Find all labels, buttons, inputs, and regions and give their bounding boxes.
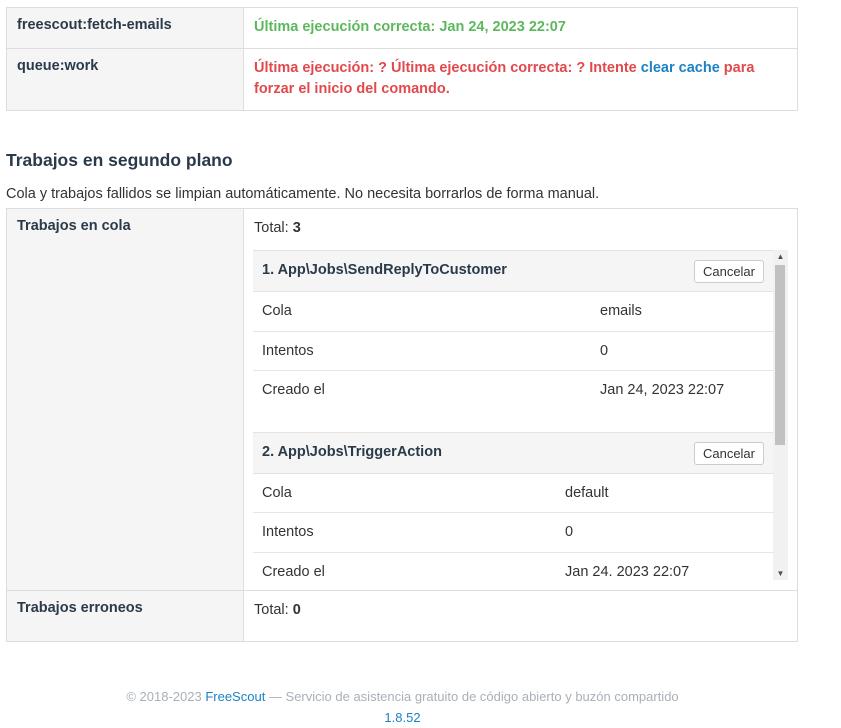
- status-table: freescout:fetch-emails Última ejecución …: [6, 7, 798, 111]
- job-detail-value: Jan 24, 2023 22:07: [600, 382, 725, 398]
- failed-jobs-row: Trabajos erroneos Total: 0: [7, 591, 797, 642]
- scrollbar[interactable]: ▲ ▼: [773, 250, 788, 580]
- job-detail-row: Intentos 0: [253, 513, 773, 553]
- job-detail-key: Creado el: [262, 563, 325, 580]
- scroll-down-icon[interactable]: ▼: [773, 567, 788, 580]
- scrollbar-thumb[interactable]: [775, 265, 785, 445]
- failed-jobs-cell: Total: 0: [244, 591, 797, 641]
- job-detail-value: 0: [565, 524, 574, 540]
- job-detail-key: Cola: [262, 484, 292, 501]
- job-detail-value: 0: [600, 342, 609, 359]
- job-detail-row: Creado el Jan 24, 2023 22:07: [253, 371, 773, 411]
- job-header: 2. App\Jobs\TriggerAction Cancelar: [253, 431, 773, 474]
- job-header: 1. App\Jobs\SendReplyToCustomer Cancelar: [253, 250, 773, 292]
- status-error-part1: Última ejecución: ? Última ejecución cor…: [254, 60, 641, 76]
- job-detail-value: default: [565, 484, 609, 501]
- queued-jobs-list[interactable]: 1. App\Jobs\SendReplyToCustomer Cancelar…: [253, 250, 788, 580]
- job-card: 1. App\Jobs\SendReplyToCustomer Cancelar…: [253, 250, 773, 432]
- clear-cache-link[interactable]: clear cache: [641, 60, 720, 76]
- total-label: Total:: [254, 602, 293, 618]
- footer-copyright: © 2018-2023: [126, 689, 206, 704]
- footer: © 2018-2023 FreeScout — Servicio de asis…: [0, 686, 805, 728]
- queued-total: 3: [292, 220, 301, 236]
- status-row-queue-work: queue:work Última ejecución: ? Última ej…: [7, 49, 797, 111]
- queued-jobs-label: Trabajos en cola: [7, 209, 244, 590]
- version-link[interactable]: 1.8.52: [384, 710, 420, 725]
- job-detail-key: Creado el: [262, 382, 325, 398]
- job-detail-value: emails: [600, 303, 642, 319]
- job-detail-value: Jan 24. 2023 22:07: [565, 563, 690, 580]
- status-ok-text: Última ejecución correcta: Jan 24, 2023 …: [254, 19, 566, 35]
- scroll-up-icon[interactable]: ▲: [773, 250, 788, 263]
- job-detail-row: Cola emails: [253, 292, 773, 332]
- cancel-button[interactable]: Cancelar: [693, 441, 764, 465]
- status-error-text: Última ejecución: ? Última ejecución cor…: [244, 49, 797, 110]
- job-detail-row: Intentos 0: [253, 332, 773, 371]
- command-name: freescout:fetch-emails: [7, 8, 244, 48]
- status-row-fetch-emails: freescout:fetch-emails Última ejecución …: [7, 8, 797, 49]
- command-name: queue:work: [7, 49, 244, 110]
- section-title: Trabajos en segundo plano: [6, 150, 233, 170]
- job-card: 2. App\Jobs\TriggerAction Cancelar Cola …: [253, 431, 773, 581]
- job-title: 2. App\Jobs\TriggerAction: [262, 443, 442, 460]
- footer-line: © 2018-2023 FreeScout — Servicio de asis…: [0, 686, 805, 707]
- job-detail-row: Creado el Jan 24. 2023 22:07: [253, 553, 773, 581]
- total-label: Total:: [254, 220, 293, 236]
- job-title: 1. App\Jobs\SendReplyToCustomer: [262, 262, 507, 278]
- job-detail-row: Cola default: [253, 474, 773, 513]
- job-detail-key: Intentos: [262, 524, 314, 540]
- cancel-button[interactable]: Cancelar: [693, 260, 764, 283]
- failed-total: 0: [292, 602, 301, 618]
- failed-jobs-label: Trabajos erroneos: [7, 591, 244, 641]
- section-description: Cola y trabajos fallidos se limpian auto…: [6, 186, 600, 202]
- freescout-link[interactable]: FreeScout: [205, 689, 265, 704]
- job-detail-key: Cola: [262, 303, 292, 319]
- footer-tagline: — Servicio de asistencia gratuito de cód…: [265, 689, 679, 704]
- job-detail-key: Intentos: [262, 342, 314, 359]
